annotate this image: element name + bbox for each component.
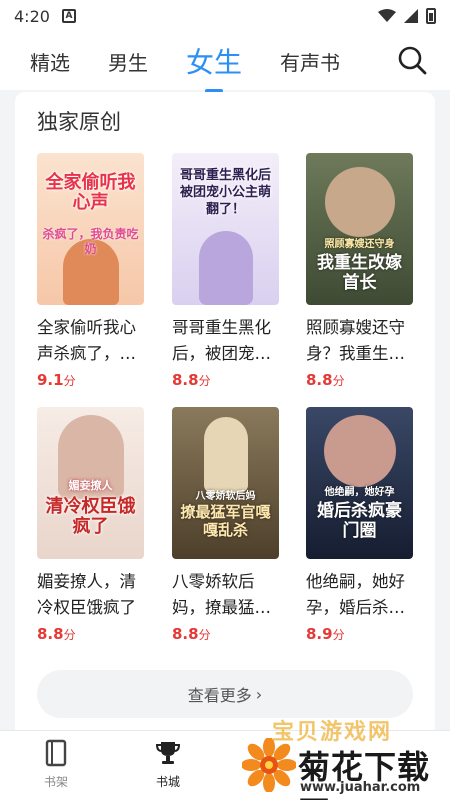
- book-title[interactable]: 哥哥重生黑化后，被团宠…: [172, 315, 284, 367]
- book-item[interactable]: 他绝嗣，她好孕 婚后杀疯豪门圈 他绝嗣，她好孕，婚后杀… 8.9分: [306, 407, 416, 643]
- cover-figure: [323, 415, 396, 487]
- score-value: 8.8: [37, 625, 64, 643]
- exclusive-originals-card: 独家原创 全家偷听我心声 杀疯了，我负责吃奶 全家偷听我心声杀疯了，… 9.1分…: [15, 92, 435, 742]
- book-score: 8.9分: [306, 625, 416, 643]
- tab-youshengshu[interactable]: 有声书: [280, 47, 340, 76]
- cover-subtitle: 媚妾撩人: [68, 479, 113, 492]
- section-title: 独家原创: [37, 110, 121, 134]
- cover-title: 清冷权臣饿疯了: [45, 496, 136, 537]
- bottom-nav-bookstore[interactable]: 书城: [138, 739, 198, 790]
- cover-subtitle: 八零娇软后妈: [195, 491, 256, 502]
- watermark: 宝贝游戏网 菊花下载网 www.juahar.com: [240, 712, 450, 800]
- score-unit: 分: [63, 628, 76, 642]
- book-title[interactable]: 八零娇软后妈，撩最猛…: [172, 569, 284, 621]
- score-unit: 分: [63, 374, 76, 388]
- cover-title: 哥哥重生黑化后被团宠小公主萌翻了！: [179, 168, 271, 217]
- book-cover[interactable]: 他绝嗣，她好孕 婚后杀疯豪门圈: [306, 407, 413, 559]
- cover-subtitle: 照顾寡嫂还守身: [324, 239, 395, 250]
- score-unit: 分: [332, 628, 345, 642]
- book-score: 8.8分: [306, 371, 416, 389]
- bookshelf-icon: [45, 739, 67, 767]
- book-cover[interactable]: 媚妾撩人 清冷权臣饿疯了: [37, 407, 144, 559]
- top-nav: 精选 男生 女生 有声书: [0, 32, 450, 90]
- cover-subtitle: 杀疯了，我负责吃奶: [42, 227, 139, 256]
- see-more-label: 查看更多: [187, 686, 252, 705]
- cover-title: 撩最猛军官嘎嘎乱杀: [180, 503, 271, 539]
- cover-figure: [203, 417, 248, 493]
- chevron-right-icon: ›: [255, 684, 263, 704]
- book-item[interactable]: 媚妾撩人 清冷权臣饿疯了 媚妾撩人，清冷权臣饿疯了 8.8分: [37, 407, 147, 643]
- status-icons: [378, 8, 436, 24]
- status-bar: 4:20 A: [0, 0, 450, 32]
- book-score: 8.8分: [172, 371, 282, 389]
- cover-title: 婚后杀疯豪门圈: [317, 501, 402, 541]
- book-title[interactable]: 他绝嗣，她好孕，婚后杀…: [306, 569, 418, 621]
- see-more-button[interactable]: 查看更多 ›: [37, 670, 413, 718]
- score-value: 8.8: [172, 625, 199, 643]
- book-score: 9.1分: [37, 371, 147, 389]
- book-cover[interactable]: 全家偷听我心声 杀疯了，我负责吃奶: [37, 153, 144, 305]
- cover-figure: [324, 167, 395, 237]
- bottom-nav-label: 书架: [43, 775, 68, 789]
- book-item[interactable]: 照顾寡嫂还守身 我重生改嫁首长 照顾寡嫂还守身？我重生… 8.8分: [306, 153, 416, 389]
- book-title[interactable]: 媚妾撩人，清冷权臣饿疯了: [37, 569, 149, 621]
- battery-icon: [426, 8, 436, 24]
- watermark-top-text: 宝贝游戏网: [272, 720, 393, 745]
- tab-nansheng[interactable]: 男生: [108, 47, 148, 76]
- bottom-nav-label: 书城: [155, 775, 180, 789]
- search-icon[interactable]: [394, 42, 430, 78]
- tab-nvsheng[interactable]: 女生: [186, 41, 242, 81]
- flower-logo-icon: [242, 738, 296, 792]
- cover-figure: [198, 231, 253, 305]
- score-value: 8.8: [306, 371, 333, 389]
- watermark-url: www.juahar.com: [300, 780, 421, 795]
- book-cover[interactable]: 哥哥重生黑化后被团宠小公主萌翻了！: [172, 153, 279, 305]
- book-cover[interactable]: 八零娇软后妈 撩最猛军官嘎嘎乱杀: [172, 407, 279, 559]
- notification-a-icon: A: [61, 9, 76, 23]
- bottom-nav-bookshelf[interactable]: 书架: [26, 739, 86, 790]
- book-item[interactable]: 八零娇软后妈 撩最猛军官嘎嘎乱杀 八零娇软后妈，撩最猛… 8.8分: [172, 407, 282, 643]
- score-value: 9.1: [37, 371, 64, 389]
- book-cover[interactable]: 照顾寡嫂还守身 我重生改嫁首长: [306, 153, 413, 305]
- score-unit: 分: [332, 374, 345, 388]
- tab-jingxuan[interactable]: 精选: [30, 47, 70, 76]
- cover-title: 全家偷听我心声: [45, 172, 136, 213]
- trophy-icon: [155, 742, 181, 764]
- book-item[interactable]: 全家偷听我心声 杀疯了，我负责吃奶 全家偷听我心声杀疯了，… 9.1分: [37, 153, 147, 389]
- cover-title: 我重生改嫁首长: [317, 253, 402, 293]
- signal-icon: [404, 9, 418, 23]
- wifi-icon: [378, 9, 396, 22]
- book-title[interactable]: 全家偷听我心声杀疯了，…: [37, 315, 149, 367]
- status-time: 4:20: [14, 6, 50, 26]
- score-value: 8.9: [306, 625, 333, 643]
- book-score: 8.8分: [172, 625, 282, 643]
- book-item[interactable]: 哥哥重生黑化后被团宠小公主萌翻了！ 哥哥重生黑化后，被团宠… 8.8分: [172, 153, 282, 389]
- book-score: 8.8分: [37, 625, 147, 643]
- book-title[interactable]: 照顾寡嫂还守身？我重生…: [306, 315, 418, 367]
- score-unit: 分: [198, 374, 211, 388]
- cover-subtitle: 他绝嗣，她好孕: [324, 487, 395, 498]
- score-value: 8.8: [172, 371, 199, 389]
- score-unit: 分: [198, 628, 211, 642]
